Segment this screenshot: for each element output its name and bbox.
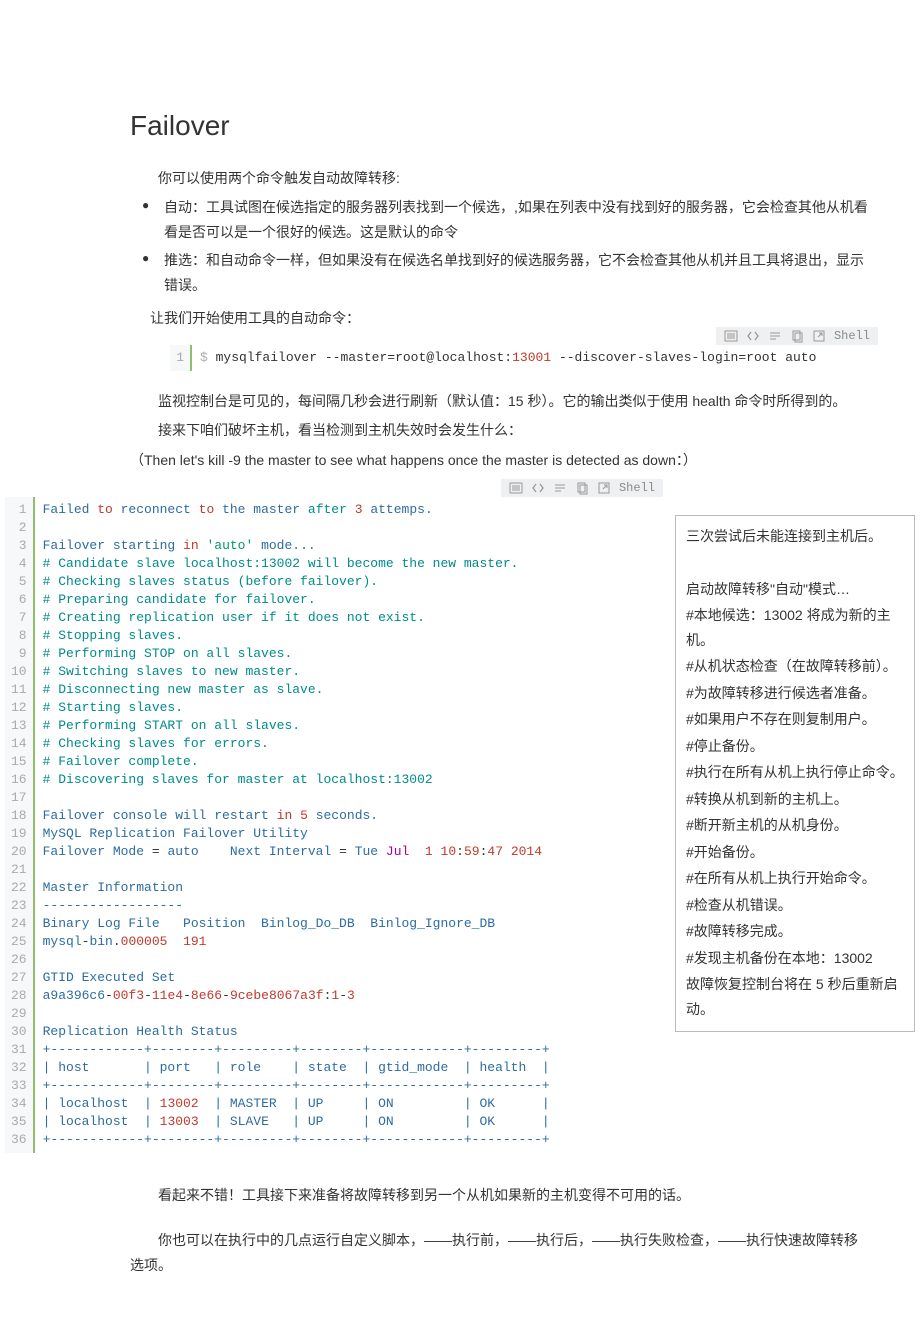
intro-paragraph: 你可以使用两个命令触发自动故障转移: xyxy=(130,166,870,191)
footer-paragraph-2: 你也可以在执行中的几点运行自定义脚本，——执行前，——执行后，——执行失败检查，… xyxy=(130,1228,870,1278)
mid-paragraph-3: （Then let's kill -9 the master to see wh… xyxy=(130,448,870,473)
mid-paragraph-1: 监视控制台是可见的，每间隔几秒会进行刷新（默认值：15 秒）。它的输出类似于使用… xyxy=(130,389,870,414)
annotation-box: 三次尝试后未能连接到主机后。 启动故障转移"自动"模式… #本地候选：13002… xyxy=(675,515,915,1033)
bullet-item: 推选：和自动命令一样，但如果没有在候选名单找到好的候选服务器，它不会检查其他从机… xyxy=(138,248,870,298)
code-content: $ mysqlfailover --master=root@localhost:… xyxy=(192,345,824,371)
code-toolbar: Shell xyxy=(716,327,878,345)
list-icon xyxy=(509,481,523,495)
code-language-label: Shell xyxy=(834,329,870,343)
open-icon xyxy=(597,481,611,495)
open-icon xyxy=(812,329,826,343)
code-block-shell-2: Shell 三次尝试后未能连接到主机后。 启动故障转移"自动"模式… #本地候选… xyxy=(5,497,915,1153)
footer-paragraph-1: 看起来不错！工具接下来准备将故障转移到另一个从机如果新的主机变得不可用的话。 xyxy=(130,1183,870,1208)
code-icon xyxy=(746,329,760,343)
code-icon xyxy=(531,481,545,495)
wrap-icon xyxy=(553,481,567,495)
copy-icon xyxy=(575,481,589,495)
code-content: Failed to reconnect to the master after … xyxy=(35,497,558,1153)
bullet-list: 自动：工具试图在候选指定的服务器列表找到一个候选，,如果在列表中没有找到好的服务… xyxy=(138,195,870,298)
mid-paragraph-2: 接来下咱们破坏主机，看当检测到主机失效时会发生什么： xyxy=(130,418,870,443)
line-gutter: 1234567891011121314151617181920212223242… xyxy=(5,497,35,1153)
code-language-label: Shell xyxy=(619,481,655,495)
wrap-icon xyxy=(768,329,782,343)
page-title: Failover xyxy=(130,110,870,142)
code-block-shell-1: Shell 1 $ mysqlfailover --master=root@lo… xyxy=(170,345,890,371)
bullet-item: 自动：工具试图在候选指定的服务器列表找到一个候选，,如果在列表中没有找到好的服务… xyxy=(138,195,870,245)
code-toolbar: Shell xyxy=(501,479,663,497)
line-gutter: 1 xyxy=(170,345,192,371)
list-icon xyxy=(724,329,738,343)
copy-icon xyxy=(790,329,804,343)
